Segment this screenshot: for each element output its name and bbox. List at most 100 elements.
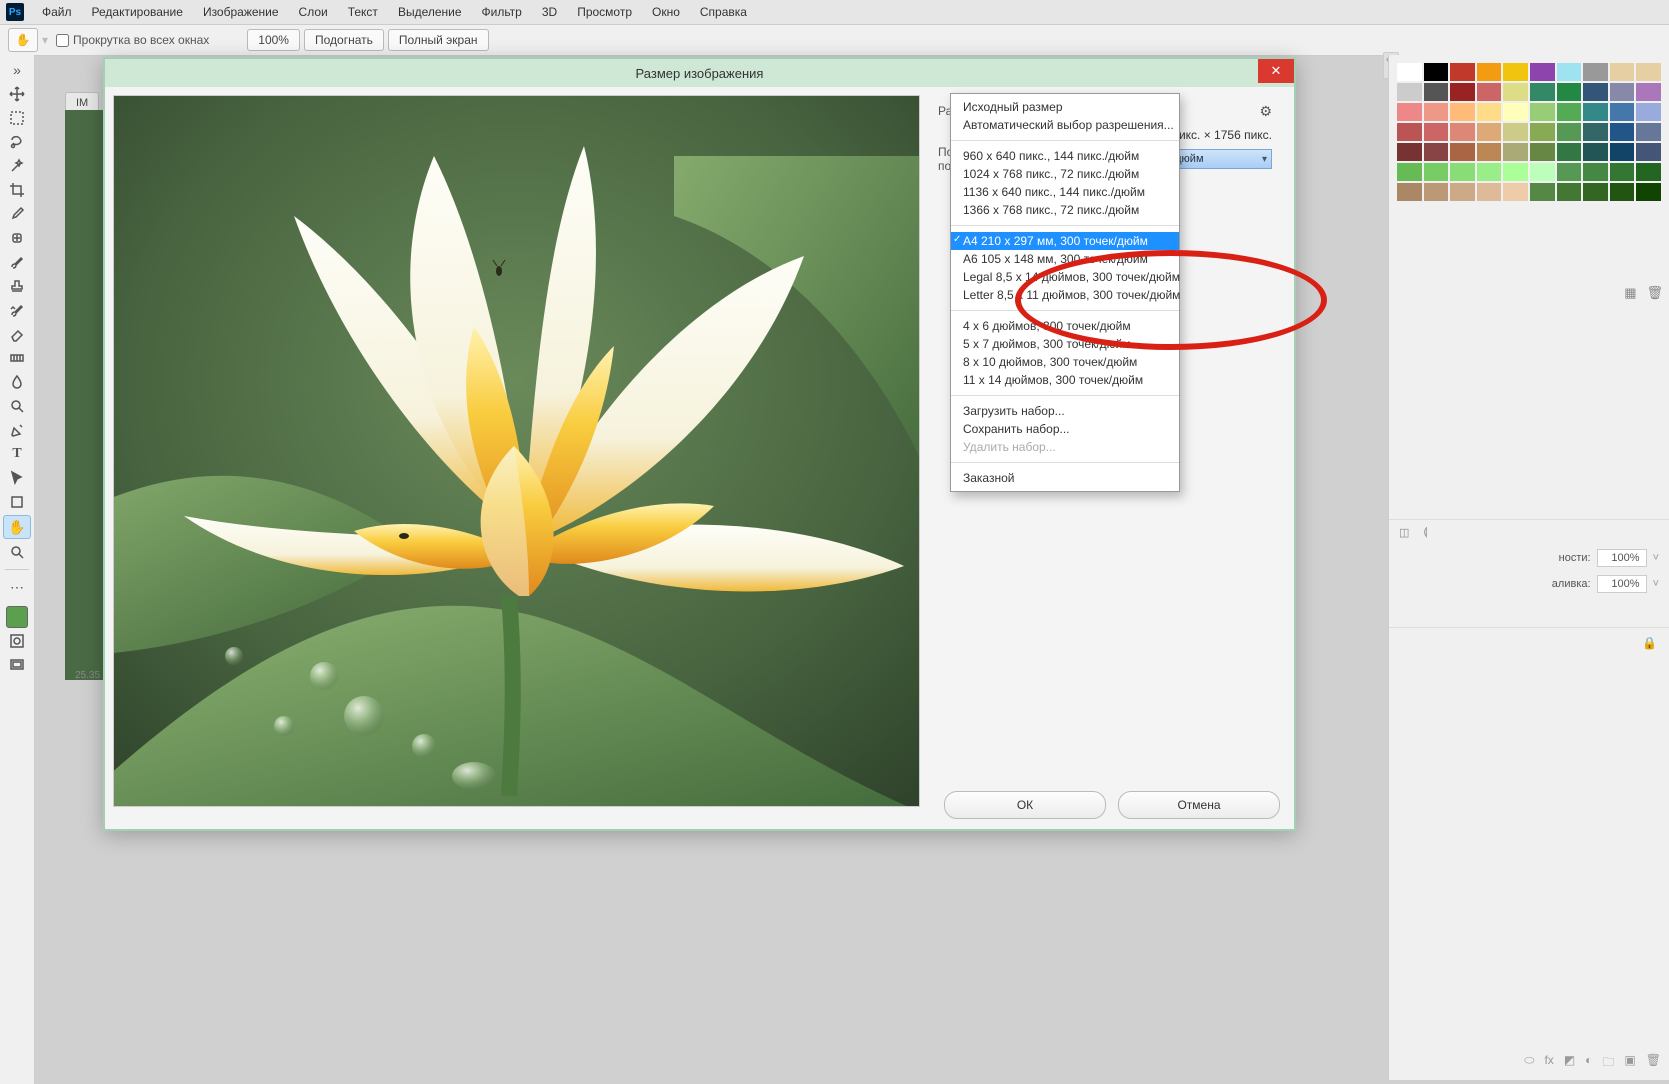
ok-button[interactable]: ОК: [944, 791, 1106, 819]
swatch[interactable]: [1583, 183, 1608, 201]
dropdown-item[interactable]: Автоматический выбор разрешения...: [951, 116, 1179, 134]
dropdown-item[interactable]: Загрузить набор...: [951, 402, 1179, 420]
chevrons-icon[interactable]: »: [4, 59, 30, 81]
swatch[interactable]: [1397, 83, 1422, 101]
quickmask-icon[interactable]: [4, 630, 30, 652]
swatch[interactable]: [1636, 103, 1661, 121]
dropdown-item[interactable]: 5 x 7 дюймов, 300 точек/дюйм: [951, 335, 1179, 353]
swatch[interactable]: [1610, 143, 1635, 161]
dropdown-item[interactable]: 1024 x 768 пикс., 72 пикс./дюйм: [951, 165, 1179, 183]
swatch[interactable]: [1503, 63, 1528, 81]
move-tool[interactable]: [4, 83, 30, 105]
swatch[interactable]: [1397, 103, 1422, 121]
swatch[interactable]: [1424, 103, 1449, 121]
menu-help[interactable]: Справка: [690, 5, 757, 19]
swatch[interactable]: [1583, 103, 1608, 121]
eraser-tool[interactable]: [4, 323, 30, 345]
crop-tool[interactable]: [4, 179, 30, 201]
menu-layers[interactable]: Слои: [289, 5, 338, 19]
gradient-tool[interactable]: [4, 347, 30, 369]
swatch[interactable]: [1503, 123, 1528, 141]
swatch[interactable]: [1503, 83, 1528, 101]
swatch[interactable]: [1610, 103, 1635, 121]
swatch[interactable]: [1503, 163, 1528, 181]
close-button[interactable]: ✕: [1258, 59, 1294, 83]
swatch[interactable]: [1477, 183, 1502, 201]
bracket-icon[interactable]: ⟬: [1423, 526, 1427, 539]
swatch[interactable]: [1477, 103, 1502, 121]
shape-tool[interactable]: [4, 491, 30, 513]
dropdown-item[interactable]: Сохранить набор...: [951, 420, 1179, 438]
dropdown-item[interactable]: 960 x 640 пикс., 144 пикс./дюйм: [951, 147, 1179, 165]
dropdown-item[interactable]: 1366 x 768 пикс., 72 пикс./дюйм: [951, 201, 1179, 219]
swatch[interactable]: [1530, 143, 1555, 161]
trash-icon[interactable]: 🗑: [1646, 285, 1663, 301]
swatch[interactable]: [1610, 183, 1635, 201]
swatch[interactable]: [1477, 123, 1502, 141]
swatch[interactable]: [1424, 183, 1449, 201]
menu-text[interactable]: Текст: [338, 5, 388, 19]
magic-wand-tool[interactable]: [4, 155, 30, 177]
swatch[interactable]: [1557, 103, 1582, 121]
opacity-value[interactable]: 100%: [1597, 549, 1647, 567]
menu-view[interactable]: Просмотр: [567, 5, 642, 19]
zoom-tool[interactable]: [4, 541, 30, 563]
swatch[interactable]: [1450, 63, 1475, 81]
swatch[interactable]: [1530, 163, 1555, 181]
menu-select[interactable]: Выделение: [388, 5, 472, 19]
swatch[interactable]: [1503, 183, 1528, 201]
swatch[interactable]: [1583, 163, 1608, 181]
swatch[interactable]: [1530, 63, 1555, 81]
dropdown-item[interactable]: A6 105 x 148 мм, 300 точек/дюйм: [951, 250, 1179, 268]
swatch[interactable]: [1636, 83, 1661, 101]
swatch[interactable]: [1636, 143, 1661, 161]
swatch[interactable]: [1636, 63, 1661, 81]
stamp-tool[interactable]: [4, 275, 30, 297]
swatch[interactable]: [1557, 143, 1582, 161]
swatch[interactable]: [1424, 83, 1449, 101]
cancel-button[interactable]: Отмена: [1118, 791, 1280, 819]
new-layer-icon[interactable]: ▣: [1624, 1053, 1635, 1074]
swatch[interactable]: [1424, 63, 1449, 81]
dropdown-item[interactable]: 11 x 14 дюймов, 300 точек/дюйм: [951, 371, 1179, 389]
swatch[interactable]: [1477, 63, 1502, 81]
swatch[interactable]: [1636, 123, 1661, 141]
dropdown-item[interactable]: Исходный размер: [951, 98, 1179, 116]
dropdown-item[interactable]: Заказной: [951, 469, 1179, 487]
history-brush-tool[interactable]: [4, 299, 30, 321]
swatch[interactable]: [1610, 123, 1635, 141]
menu-3d[interactable]: 3D: [532, 5, 567, 19]
marquee-tool[interactable]: [4, 107, 30, 129]
mask-icon[interactable]: ◩: [1564, 1053, 1575, 1074]
swatch[interactable]: [1530, 183, 1555, 201]
dropdown-item[interactable]: Legal 8,5 x 14 дюймов, 300 точек/дюйм: [951, 268, 1179, 286]
swatch[interactable]: [1583, 143, 1608, 161]
swatch[interactable]: [1503, 143, 1528, 161]
menu-image[interactable]: Изображение: [193, 5, 289, 19]
swatch[interactable]: [1477, 163, 1502, 181]
swatch[interactable]: [1397, 163, 1422, 181]
fit-button[interactable]: Подогнать: [304, 29, 384, 51]
menu-window[interactable]: Окно: [642, 5, 690, 19]
menu-edit[interactable]: Редактирование: [82, 5, 193, 19]
link-icon[interactable]: ⬭: [1524, 1053, 1534, 1074]
swatch[interactable]: [1397, 183, 1422, 201]
swatch[interactable]: [1450, 123, 1475, 141]
folder-icon[interactable]: 🗀: [1602, 1053, 1614, 1074]
swatch[interactable]: [1583, 63, 1608, 81]
dropdown-item[interactable]: 1136 x 640 пикс., 144 пикс./дюйм: [951, 183, 1179, 201]
dodge-tool[interactable]: [4, 395, 30, 417]
fill-value[interactable]: 100%: [1597, 575, 1647, 593]
swatch[interactable]: [1424, 123, 1449, 141]
delete-icon[interactable]: 🗑: [1646, 1053, 1661, 1074]
swatch[interactable]: [1477, 83, 1502, 101]
swatch[interactable]: [1557, 163, 1582, 181]
menu-file[interactable]: Файл: [32, 5, 82, 19]
swatch[interactable]: [1424, 163, 1449, 181]
swatch[interactable]: [1503, 103, 1528, 121]
eyedropper-tool[interactable]: [4, 203, 30, 225]
crop-icon[interactable]: ◫: [1399, 526, 1409, 539]
hand-tool[interactable]: ✋: [3, 515, 31, 539]
type-tool[interactable]: T: [4, 443, 30, 465]
healing-tool[interactable]: [4, 227, 30, 249]
